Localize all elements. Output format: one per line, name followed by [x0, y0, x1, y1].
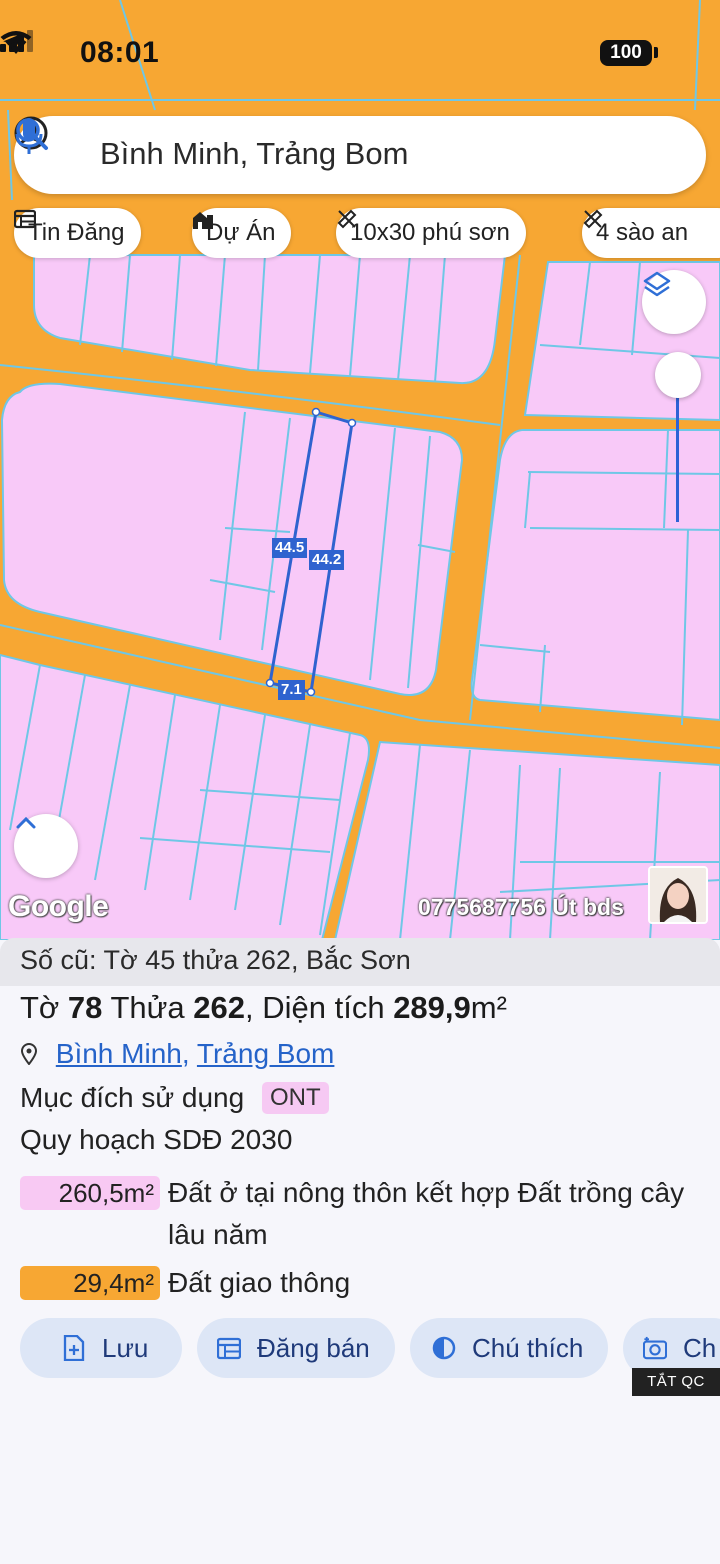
- post-icon: [217, 1337, 241, 1360]
- parcel-summary: Tờ 78 Thửa 262, Diện tích 289,9m²: [20, 990, 507, 1025]
- chevron-up-icon: [16, 816, 36, 829]
- measurement-bottom-label: 7.1: [278, 680, 305, 700]
- disable-ads-button[interactable]: TẮT QC: [632, 1368, 720, 1396]
- purpose-label: Mục đích sử dụng: [20, 1082, 245, 1113]
- status-time: 08:01: [80, 36, 160, 69]
- legend-button[interactable]: Chú thích: [410, 1318, 608, 1378]
- search-query[interactable]: Bình Minh, Trảng Bom: [100, 136, 408, 172]
- area-label: Diện tích: [262, 990, 385, 1025]
- chip-saved-search[interactable]: 10x30 phú sơn: [336, 208, 526, 258]
- planning-title: Quy hoạch SDĐ 2030: [20, 1124, 293, 1155]
- action-bar: Lưu Đăng bán Chú thích Ch: [0, 1318, 720, 1378]
- chip-label: 4 sào an: [596, 219, 689, 246]
- commune-link[interactable]: Bình Minh: [56, 1038, 182, 1069]
- battery-tip: [654, 47, 658, 58]
- listing-icon: [14, 209, 36, 229]
- land-block: [33, 254, 507, 385]
- status-bar: 08:01 100: [0, 30, 720, 80]
- chip-label: Tin Đăng: [28, 219, 125, 246]
- location-row: Bình Minh, Trảng Bom: [20, 1038, 334, 1070]
- save-icon: [63, 1335, 85, 1361]
- land-use-purpose: Mục đích sử dụng ONT: [20, 1082, 329, 1114]
- layers-icon: [643, 271, 671, 297]
- opacity-slider-track[interactable]: [676, 378, 679, 522]
- map-view[interactable]: 44.5 44.2 7.1 08:01 100 Bình Minh, Trảng…: [0, 0, 720, 940]
- parcel-number: 262: [193, 990, 245, 1025]
- measurement-left-label: 44.5: [272, 538, 308, 558]
- project-icon: [193, 212, 213, 229]
- area-value: 289,9: [393, 990, 471, 1025]
- district-link[interactable]: Trảng Bom: [197, 1038, 334, 1069]
- watermark-text: 0775687756 Út bds: [418, 894, 624, 920]
- old-record-row: Số cũ: Tờ 45 thửa 262, Bắc Sơn: [0, 938, 720, 986]
- area-unit: m²: [470, 990, 507, 1025]
- layers-button[interactable]: [642, 270, 706, 334]
- wifi-icon: [0, 31, 32, 54]
- legend-icon: [432, 1336, 456, 1360]
- purpose-badge: ONT: [261, 1082, 329, 1114]
- sheet-label: Tờ: [20, 990, 60, 1025]
- zone-description: Đất giao thông: [168, 1267, 351, 1298]
- search-bar[interactable]: Bình Minh, Trảng Bom: [14, 116, 706, 194]
- location-pin-icon: [20, 1043, 38, 1065]
- parcel-label: Thửa: [110, 990, 185, 1025]
- save-button[interactable]: Lưu: [20, 1318, 182, 1378]
- battery-indicator: 100: [600, 40, 652, 66]
- avatar: [648, 866, 708, 924]
- save-label: Lưu: [102, 1332, 149, 1363]
- chip-label: Dự Án: [206, 219, 276, 246]
- post-sale-label: Đăng bán: [257, 1332, 370, 1363]
- google-attribution: Google: [8, 890, 109, 923]
- opacity-slider-handle[interactable]: [655, 352, 701, 398]
- chip-label: 10x30 phú sơn: [350, 219, 510, 246]
- post-sale-button[interactable]: Đăng bán: [197, 1318, 395, 1378]
- zone-area-badge: 260,5m²: [20, 1176, 160, 1210]
- chip-listings[interactable]: Tin Đăng: [14, 208, 141, 258]
- filter-chips: Tin Đăng Dự Án 10x30 phú sơn 4 sào an: [0, 208, 720, 260]
- zone-description: Đất ở tại nông thôn kết hợp Đất trồng câ…: [168, 1177, 685, 1250]
- chip-saved-search[interactable]: 4 sào an: [582, 208, 720, 258]
- zone-area-badge: 29,4m²: [20, 1266, 160, 1300]
- chip-projects[interactable]: Dự Án: [192, 208, 292, 258]
- camera-icon: [643, 1336, 667, 1360]
- camera-label: Ch: [683, 1332, 717, 1363]
- microphone-icon[interactable]: [14, 116, 44, 156]
- measurement-right-label: 44.2: [309, 550, 345, 570]
- zone-row: 260,5m² Đất ở tại nông thôn kết hợp Đất …: [20, 1172, 710, 1256]
- zone-row: 29,4m² Đất giao thông: [20, 1262, 710, 1306]
- legend-label: Chú thích: [472, 1332, 584, 1363]
- expand-up-button[interactable]: [14, 814, 78, 878]
- ruler-icon: [583, 209, 603, 229]
- ruler-icon: [337, 209, 357, 229]
- sheet-number: 78: [67, 990, 103, 1025]
